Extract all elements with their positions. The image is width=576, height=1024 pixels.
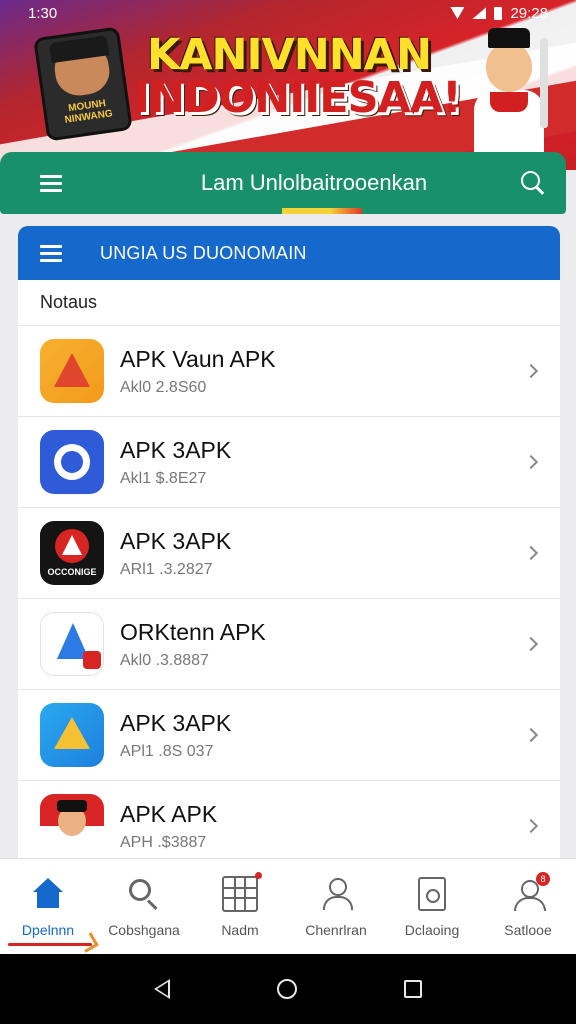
list-item[interactable]: APK 3APK APl1 .8S 037: [18, 690, 560, 781]
signal-icon: [472, 7, 487, 19]
app-screen: 1:30 29:28 MOUNH NINWANG KANIVNNAN INDON…: [0, 0, 576, 1024]
section-header: Notaus: [18, 280, 560, 326]
black-red-app-icon: OCCONIGE: [40, 521, 104, 585]
item-title: APK APK: [120, 800, 218, 827]
item-subtitle: APl1 .8S 037: [120, 742, 214, 760]
chevron-right-icon: [523, 363, 539, 379]
nav-item-home[interactable]: Dpelnnn: [0, 859, 96, 954]
item-subtitle: Akl1 $.8E27: [120, 469, 207, 487]
battery-icon: [494, 6, 503, 20]
list-item[interactable]: ORKtenn APK Akl0 .3.8887: [18, 599, 560, 690]
nav-label: Chenrlran: [305, 921, 367, 938]
app-icon-caption: OCCONIGE: [47, 567, 97, 577]
item-subtitle: Akl0 .3.8887: [120, 651, 209, 669]
man-head: [486, 42, 532, 92]
white-blue-triangle-app-icon: [40, 612, 104, 676]
list-item[interactable]: APK APK APH .$3887: [18, 781, 560, 860]
banner-man-illustration: [470, 28, 550, 160]
document-icon: [418, 876, 446, 911]
banner-torch-illustration: [540, 38, 548, 128]
category-bar-title: UNGIA US DUONOMAIN: [100, 242, 307, 263]
orange-triangle-app-icon: [40, 339, 104, 403]
nav-label: Cobshgana: [108, 921, 180, 938]
back-icon[interactable]: [153, 979, 170, 999]
list-item[interactable]: APK Vaun APK Akl0 2.8S60: [18, 326, 560, 417]
nav-item-account[interactable]: 8 Satlooe: [480, 859, 576, 954]
system-nav-bar: [0, 954, 576, 1024]
grid-icon: [222, 871, 262, 912]
nav-item-user[interactable]: Chenrlran: [288, 859, 384, 954]
nav-label: Dclaoing: [404, 921, 460, 938]
status-clock: 29:28: [510, 4, 548, 22]
nav-label: Satlooe: [504, 921, 552, 938]
banner-phone-illustration: MOUNH NINWANG: [33, 26, 133, 142]
app-list: Notaus APK Vaun APK Akl0 2.8S60 APK 3APK…: [18, 280, 560, 860]
status-bar: 1:30 29:28: [0, 0, 576, 26]
nav-item-documents[interactable]: Dclaoing: [384, 859, 480, 954]
home-icon: [30, 876, 66, 912]
hero-banner[interactable]: 1:30 29:28 MOUNH NINWANG KANIVNNAN INDON…: [0, 0, 576, 170]
item-title: APK 3APK: [120, 527, 232, 554]
nav-item-grid[interactable]: Nadm: [192, 859, 288, 954]
item-title: ORKtenn APK: [120, 618, 266, 645]
recent-apps-icon[interactable]: [404, 980, 423, 998]
banner-title-line2: INDONIIESAA!: [134, 73, 462, 123]
status-icons: 29:28: [450, 5, 548, 22]
banner-title: KANIVNNAN INDONIIESAA!: [134, 30, 462, 123]
drive-app-icon: [40, 703, 104, 767]
nav-label: Nadm: [221, 921, 259, 938]
notification-badge: 8: [536, 871, 550, 886]
list-item[interactable]: OCCONIGE APK 3APK ARl1 .3.2827: [18, 508, 560, 599]
category-bar: UNGIA US DUONOMAIN: [18, 226, 560, 280]
app-bar: Lam Unlolbaitrooenkan: [0, 152, 566, 214]
item-subtitle: APH .$3887: [120, 833, 207, 851]
nav-label: Dpelnnn: [21, 921, 75, 938]
home-circle-icon[interactable]: [276, 979, 297, 999]
chevron-right-icon: [523, 727, 539, 743]
item-title: APK 3APK: [120, 709, 232, 736]
portrait-app-icon: [40, 794, 104, 858]
item-title: APK 3APK: [120, 436, 232, 463]
chevron-right-icon: [523, 545, 539, 561]
status-time: 1:30: [28, 4, 58, 22]
man-peci-hat: [488, 28, 530, 48]
item-subtitle: ARl1 .3.2827: [120, 560, 213, 578]
item-title: APK Vaun APK: [120, 345, 276, 372]
account-icon: 8: [510, 871, 550, 912]
search-icon: [126, 876, 162, 912]
app-bar-title: Lam Unlolbaitrooenkan: [200, 170, 428, 195]
nav-item-search[interactable]: Cobshgana: [96, 859, 192, 954]
phone-caption: MOUNH NINWANG: [63, 98, 114, 126]
category-menu-icon[interactable]: [40, 245, 62, 262]
wifi-icon: [450, 7, 465, 19]
app-bar-accent: [282, 208, 362, 214]
chevron-right-icon: [523, 818, 539, 834]
chevron-right-icon: [523, 454, 539, 470]
item-subtitle: Akl0 2.8S60: [120, 378, 207, 396]
search-icon[interactable]: [520, 170, 546, 196]
user-icon: [318, 876, 354, 912]
notification-dot: [255, 871, 262, 879]
menu-icon[interactable]: [40, 175, 62, 192]
blue-circle-app-icon: [40, 430, 104, 494]
man-scarf: [490, 92, 528, 112]
chevron-right-icon: [523, 636, 539, 652]
active-indicator: [8, 943, 92, 946]
bottom-nav: Dpelnnn Cobshgana Nadm Chenrlran Dclaoin…: [0, 858, 576, 954]
list-item[interactable]: APK 3APK Akl1 $.8E27: [18, 417, 560, 508]
banner-title-line1: KANIVNNAN: [146, 30, 432, 80]
